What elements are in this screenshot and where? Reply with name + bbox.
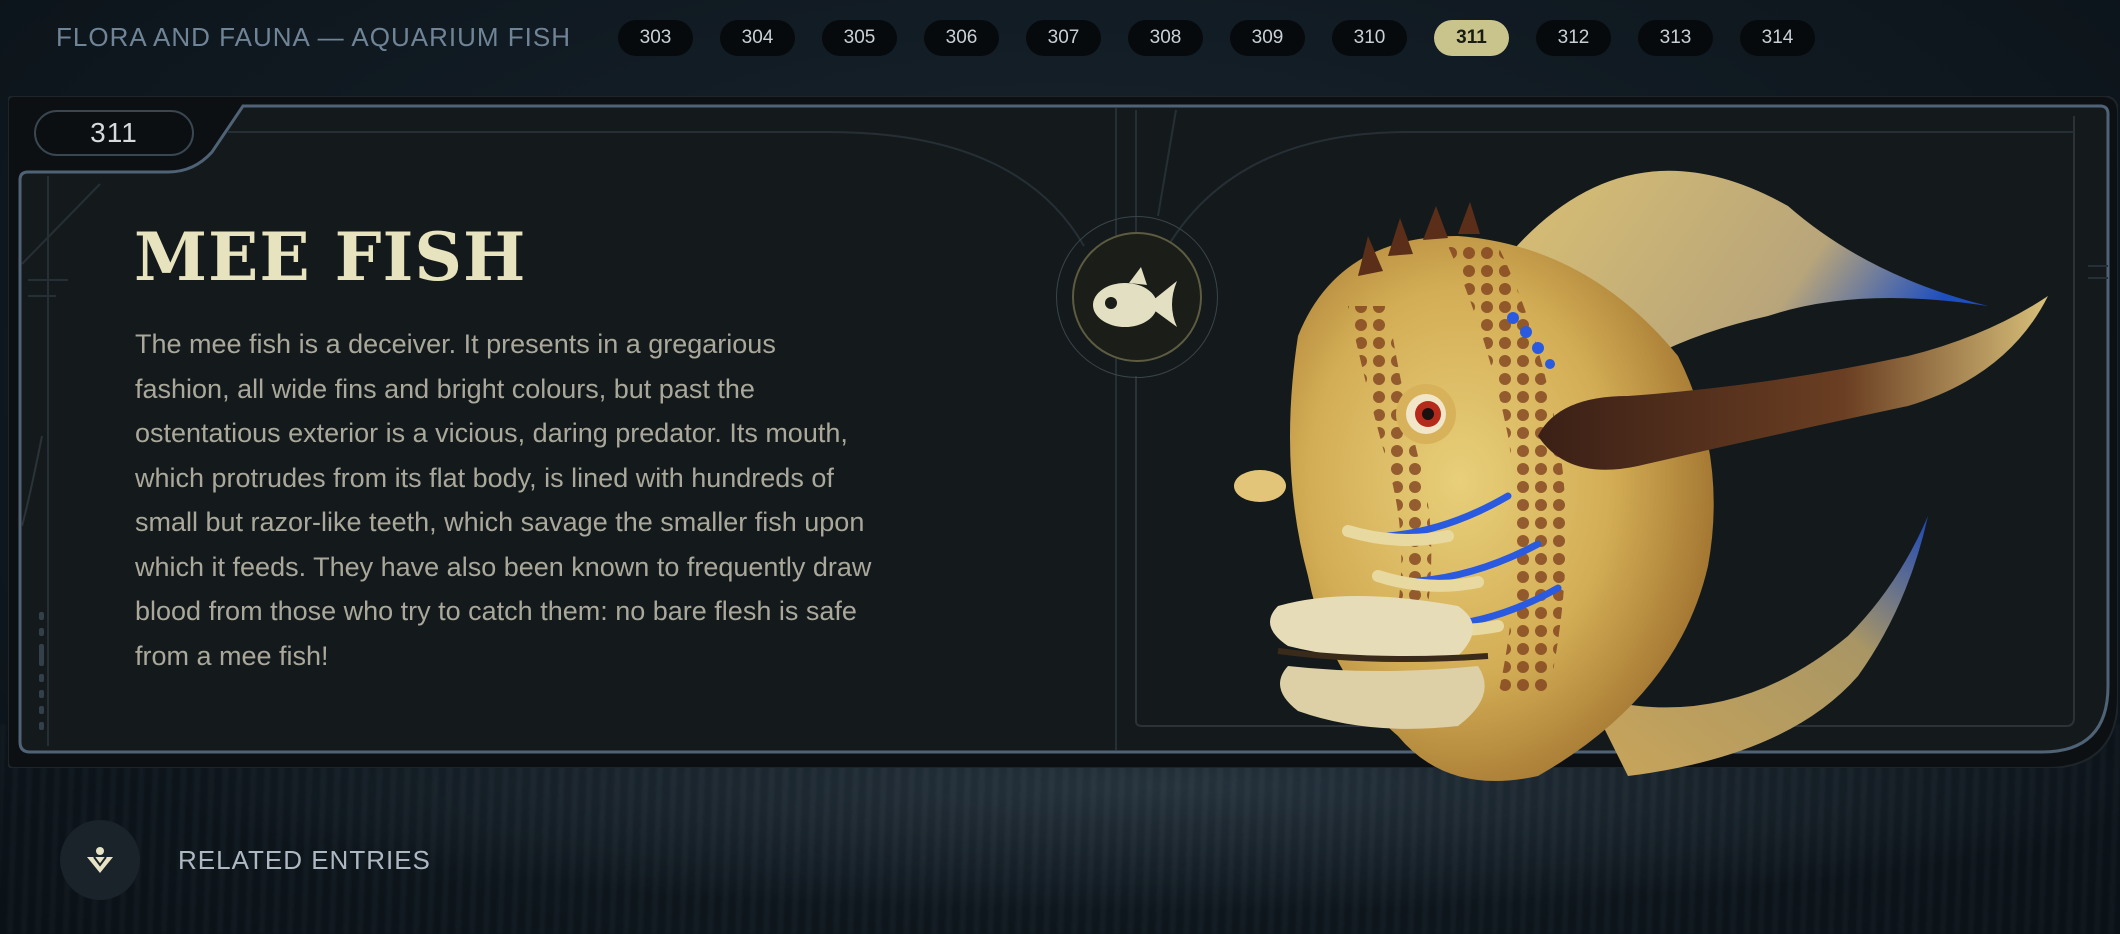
entry-card: 311 MEE FISH The mee fish is a deceiver.… <box>8 96 2118 781</box>
entry-tab-304[interactable]: 304 <box>720 20 795 56</box>
entry-tab-312[interactable]: 312 <box>1536 20 1611 56</box>
entry-tab-314[interactable]: 314 <box>1740 20 1815 56</box>
entry-title: MEE FISH <box>134 218 527 296</box>
entry-tab-311-active[interactable]: 311 <box>1434 20 1509 56</box>
entry-tab-305[interactable]: 305 <box>822 20 897 56</box>
top-navigation: FLORA AND FAUNA — AQUARIUM FISH 303 304 … <box>0 0 2120 76</box>
entry-tabs: 303 304 305 306 307 308 309 310 311 312 … <box>618 20 1815 56</box>
entry-tab-313[interactable]: 313 <box>1638 20 1713 56</box>
related-entries[interactable]: RELATED ENTRIES <box>60 820 431 900</box>
entry-tab-310[interactable]: 310 <box>1332 20 1407 56</box>
entry-tab-306[interactable]: 306 <box>924 20 999 56</box>
related-entries-button[interactable] <box>60 820 140 900</box>
category-title: FLORA AND FAUNA — AQUARIUM FISH <box>56 22 571 52</box>
entry-tab-307[interactable]: 307 <box>1026 20 1101 56</box>
entry-number-badge: 311 <box>34 110 194 156</box>
entry-description: The mee fish is a deceiver. It presents … <box>135 329 872 671</box>
entry-tab-308[interactable]: 308 <box>1128 20 1203 56</box>
entry-tab-303[interactable]: 303 <box>618 20 693 56</box>
category-emblem <box>1056 216 1218 378</box>
related-entries-label: RELATED ENTRIES <box>178 844 431 875</box>
related-entries-icon <box>87 847 113 873</box>
fish-icon <box>1093 267 1177 327</box>
mee-fish-portrait <box>1234 170 2048 781</box>
entry-tab-309[interactable]: 309 <box>1230 20 1305 56</box>
